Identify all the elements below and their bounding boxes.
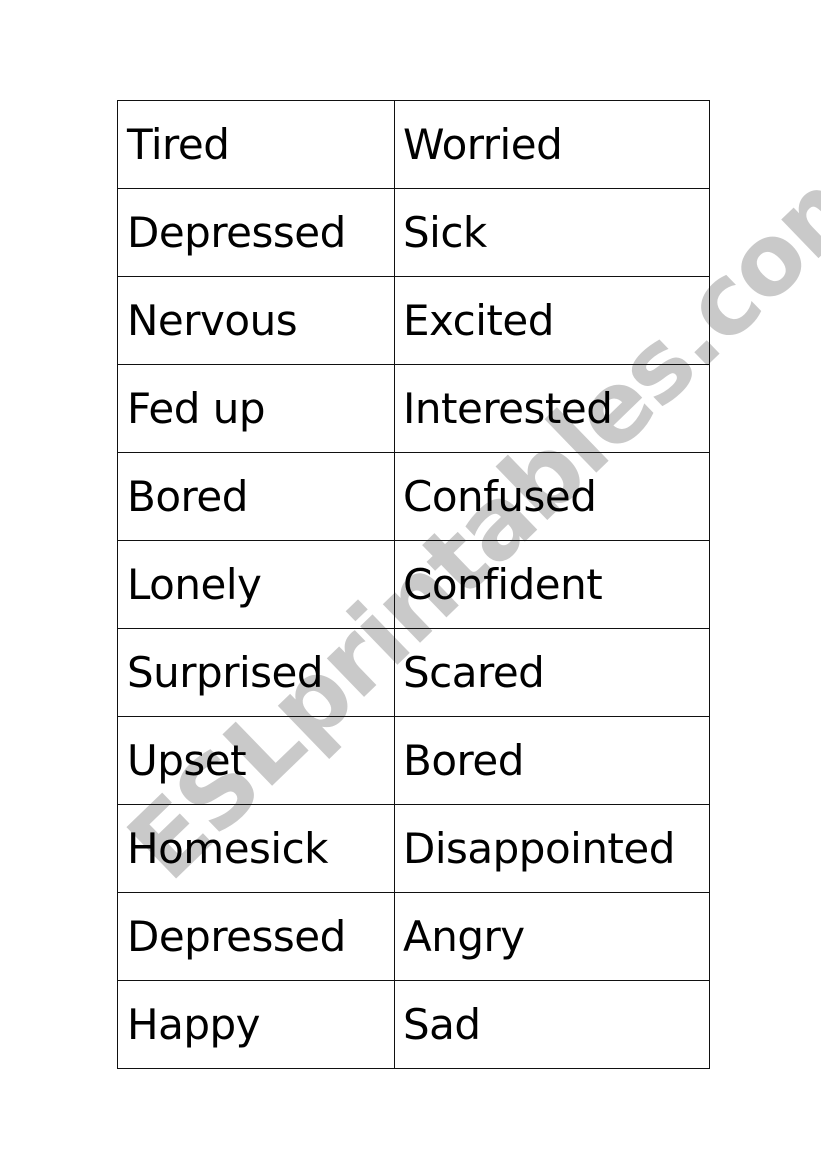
table-row: Homesick Disappointed (117, 804, 710, 893)
table-row: Depressed Sick (117, 188, 710, 277)
table-cell: Fed up (117, 364, 395, 453)
table-cell: Confident (394, 540, 710, 629)
table-row: Bored Confused (117, 452, 710, 541)
worksheet-page: ESLprintables.com Tired Worried Depresse… (0, 0, 821, 1169)
table-cell: Homesick (117, 804, 395, 893)
table-cell: Scared (394, 628, 710, 717)
table-cell: Nervous (117, 276, 395, 365)
table-cell: Angry (394, 892, 710, 981)
emotion-cards-table: Tired Worried Depressed Sick Nervous Exc… (117, 100, 710, 1069)
table-cell: Sad (394, 980, 710, 1069)
table-row: Fed up Interested (117, 364, 710, 453)
table-row: Nervous Excited (117, 276, 710, 365)
table-cell: Happy (117, 980, 395, 1069)
table-cell: Confused (394, 452, 710, 541)
table-cell: Interested (394, 364, 710, 453)
table-row: Lonely Confident (117, 540, 710, 629)
table-cell: Bored (117, 452, 395, 541)
table-row: Tired Worried (117, 100, 710, 189)
table-cell: Sick (394, 188, 710, 277)
table-row: Depressed Angry (117, 892, 710, 981)
table-cell: Excited (394, 276, 710, 365)
table-cell: Depressed (117, 188, 395, 277)
table-cell: Tired (117, 100, 395, 189)
table-cell: Lonely (117, 540, 395, 629)
table-row: Upset Bored (117, 716, 710, 805)
table-cell: Bored (394, 716, 710, 805)
table-cell: Surprised (117, 628, 395, 717)
table-cell: Upset (117, 716, 395, 805)
table-cell: Disappointed (394, 804, 710, 893)
table-cell: Depressed (117, 892, 395, 981)
table-cell: Worried (394, 100, 710, 189)
table-row: Surprised Scared (117, 628, 710, 717)
table-row: Happy Sad (117, 980, 710, 1069)
